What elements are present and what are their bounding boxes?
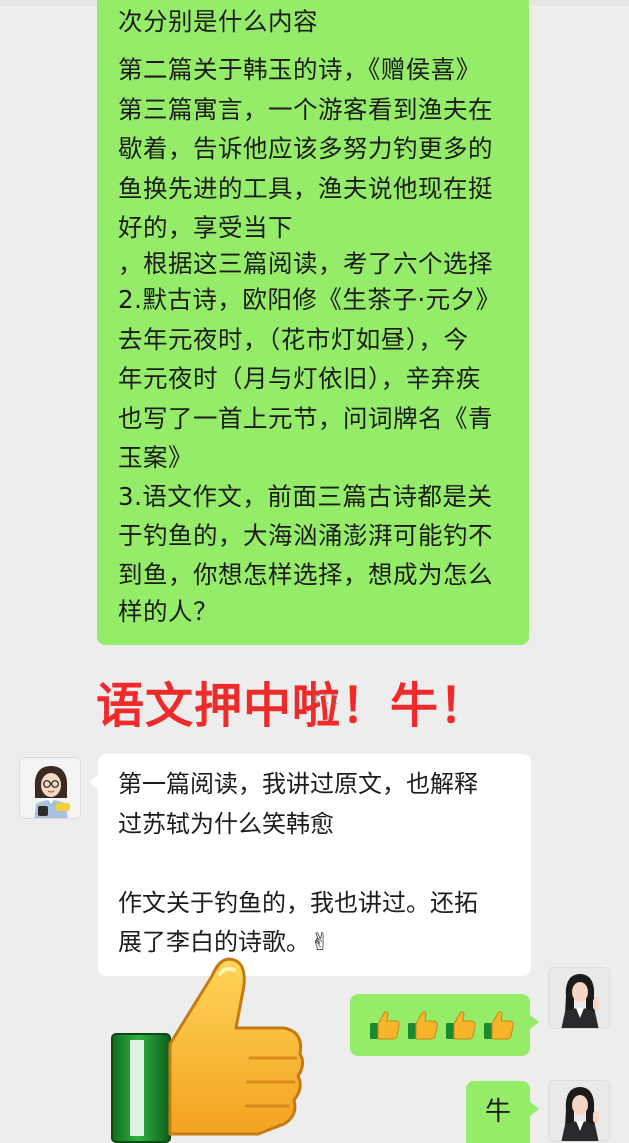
thumbs-up-icon <box>446 1011 476 1040</box>
message-line: 次分别是什么内容 <box>118 7 318 36</box>
message-line: 玉案》 <box>118 443 193 472</box>
teacher-avatar[interactable] <box>19 757 81 819</box>
message-line: 2.默古诗，欧阳修《生茶子·元夕》 <box>118 285 501 314</box>
sent-thumbs-bubble[interactable] <box>350 994 539 1056</box>
sent-message-bubble[interactable]: 次分别是什么内容 第二篇关于韩玉的诗，《赠侯喜》 第三篇寓言，一个游客看到渔夫在… <box>97 0 529 645</box>
user-avatar[interactable] <box>548 967 610 1029</box>
big-thumbs-up-icon <box>111 957 305 1143</box>
sent-message-bubble[interactable]: 牛 <box>466 1081 539 1143</box>
message-line: ，根据这三篇阅读，考了六个选择 <box>118 249 493 278</box>
user-avatar[interactable] <box>548 1080 610 1142</box>
message-line: 到鱼，你想怎样选择，想成为怎么 <box>118 560 493 589</box>
message-line: 去年元夜时，（花市灯如昼），今 <box>118 325 469 354</box>
watermark: K12 <box>312 692 339 708</box>
message-line: 样的人？ <box>118 597 218 626</box>
message-text: 牛 <box>484 1097 511 1127</box>
message-line: 第一篇阅读，我讲过原文，也解释 <box>118 770 478 798</box>
thumbs-up-icon <box>484 1011 514 1040</box>
message-line: 3.语文作文，前面三篇古诗都是关 <box>118 482 493 511</box>
message-line: 鱼换先进的工具，渔夫说他现在挺 <box>118 174 493 203</box>
message-line: 年元夜时（月与灯依旧），辛弃疾 <box>118 364 481 393</box>
message-line: 歇着，告诉他应该多努力钓更多的 <box>118 134 493 163</box>
thumbs-up-icon <box>408 1011 438 1040</box>
message-line: 作文关于钓鱼的，我也讲过。还拓 <box>118 889 478 917</box>
user-portrait-icon <box>549 1081 609 1141</box>
message-line: 好的，享受当下 <box>118 213 293 242</box>
received-message-bubble[interactable]: 第一篇阅读，我讲过原文，也解释 过苏轼为什么笑韩愈 作文关于钓鱼的，我也讲过。还… <box>89 754 531 976</box>
headline-overlay: 语文押中啦！牛！ <box>96 678 489 734</box>
message-line: 也写了一首上元节，问词牌名《青 <box>118 404 493 433</box>
teacher-portrait-icon <box>20 758 80 818</box>
message-line: 第二篇关于韩玉的诗，《赠侯喜》 <box>118 55 481 84</box>
thumbs-up-icon <box>370 1011 400 1040</box>
message-line: 过苏轼为什么笑韩愈 <box>118 810 334 838</box>
message-line: 于钓鱼的，大海汹涌澎湃可能钓不 <box>118 521 493 550</box>
user-portrait-icon <box>549 968 609 1028</box>
message-line: 第三篇寓言，一个游客看到渔夫在 <box>118 95 493 124</box>
